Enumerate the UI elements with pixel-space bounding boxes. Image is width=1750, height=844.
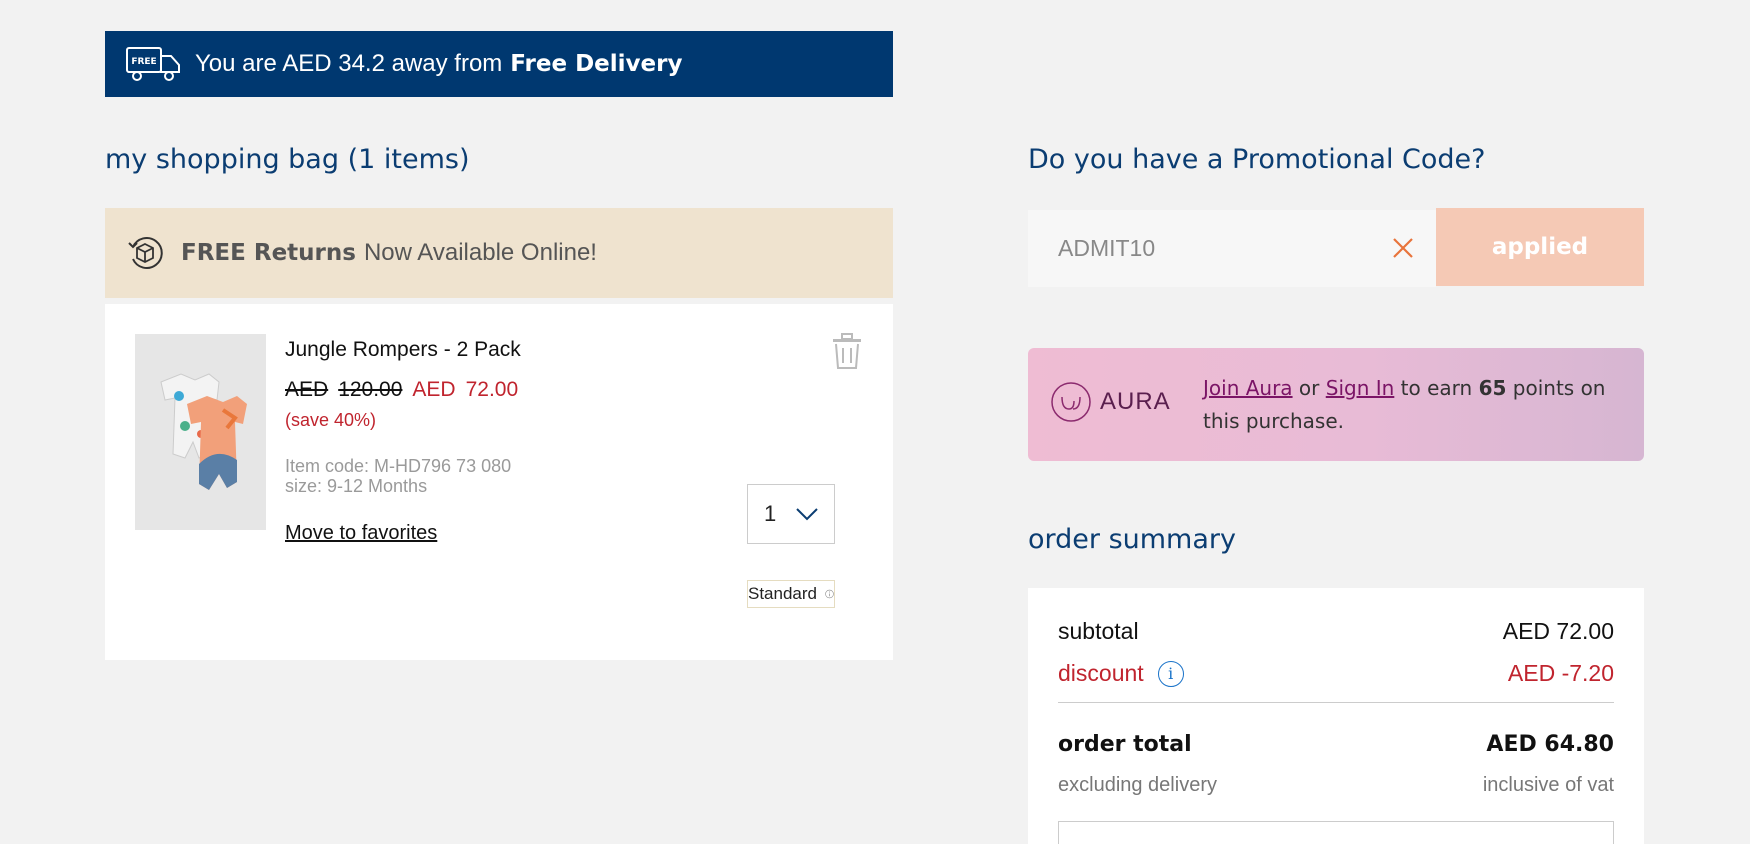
close-icon[interactable] [1389,234,1417,262]
delivery-type-label: Standard [748,584,817,603]
quantity-value: 1 [764,501,777,526]
returns-box-icon [128,237,163,269]
order-total-label: order total [1058,732,1192,757]
inclusive-vat-note: inclusive of vat [1482,774,1614,796]
promo-code-title: Do you have a Promotional Code? [1028,144,1486,175]
free-delivery-truck-icon: FREE [126,47,180,81]
subtotal-label: subtotal [1058,618,1139,644]
subtotal-row: subtotal AED 72.00 [1058,618,1614,645]
free-delivery-highlight: Free Delivery [510,51,683,77]
old-price: 120.00 [338,378,403,401]
summary-next-box [1058,821,1614,844]
aura-or-text: or [1298,376,1320,400]
product-name[interactable]: Jungle Rompers - 2 Pack [285,338,521,362]
promo-code-input[interactable] [1028,210,1436,287]
old-price-currency: AED [285,378,329,401]
cart-item-card: Jungle Rompers - 2 Pack AED 120.00 AED 7… [105,304,893,660]
discount-label: discount [1058,660,1144,686]
product-image[interactable] [135,334,266,530]
aura-loyalty-banner: AURA Join Aura or Sign In to earn 65 poi… [1028,348,1644,461]
delivery-type-badge[interactable]: Standard [747,580,835,608]
free-returns-highlight: FREE Returns [181,240,356,266]
delivery-message: You are AED 34.2 away from [195,50,503,77]
discount-info-icon[interactable]: i [1157,660,1184,687]
order-total-value: AED 64.80 [1486,732,1614,757]
total-notes-row: excluding delivery inclusive of vat [1058,774,1614,797]
quantity-select[interactable]: 1 [747,484,835,544]
join-aura-link[interactable]: Join Aura [1203,376,1293,400]
sale-price-currency: AED [412,378,456,401]
free-returns-message: Now Available Online! [363,239,597,266]
order-summary-panel: subtotal AED 72.00 discount i AED -7.20 … [1028,588,1644,844]
item-code: Item code: M-HD796 73 080 [285,456,512,476]
trash-icon[interactable] [829,332,865,370]
free-delivery-banner: FREE You are AED 34.2 away from Free Del… [105,31,893,97]
aura-message: Join Aura or Sign In to earn 65 points o… [1203,372,1623,438]
summary-divider [1058,702,1614,703]
item-size: size: 9-12 Months [285,476,428,496]
info-icon[interactable] [825,586,834,602]
sign-in-link[interactable]: Sign In [1326,376,1395,400]
price-row: AED 120.00 AED 72.00 [285,378,518,402]
sale-price: 72.00 [465,378,519,401]
shopping-bag-title: my shopping bag (1 items) [105,144,470,175]
aura-points-value: 65 [1478,376,1507,400]
aura-logo-text: AURA [1100,388,1171,415]
excluding-delivery-note: excluding delivery [1058,774,1217,796]
rompers-illustration [160,373,247,490]
truck-free-label: FREE [131,57,156,67]
free-returns-banner: FREE Returns Now Available Online! [105,208,893,298]
subtotal-value: AED 72.00 [1502,618,1614,644]
aura-logo: AURA [1050,381,1171,423]
save-percentage: (save 40%) [285,410,377,430]
discount-value: AED -7.20 [1507,660,1614,686]
promo-applied-button[interactable]: applied [1436,208,1644,286]
order-summary-title: order summary [1028,524,1236,555]
chevron-down-icon [796,508,818,521]
aura-earn-text: to earn [1400,376,1473,400]
discount-row: discount i AED -7.20 [1058,660,1614,687]
order-total-row: order total AED 64.80 [1058,732,1614,757]
aura-logo-icon [1051,382,1091,422]
move-to-favorites-link[interactable]: Move to favorites [285,522,437,545]
